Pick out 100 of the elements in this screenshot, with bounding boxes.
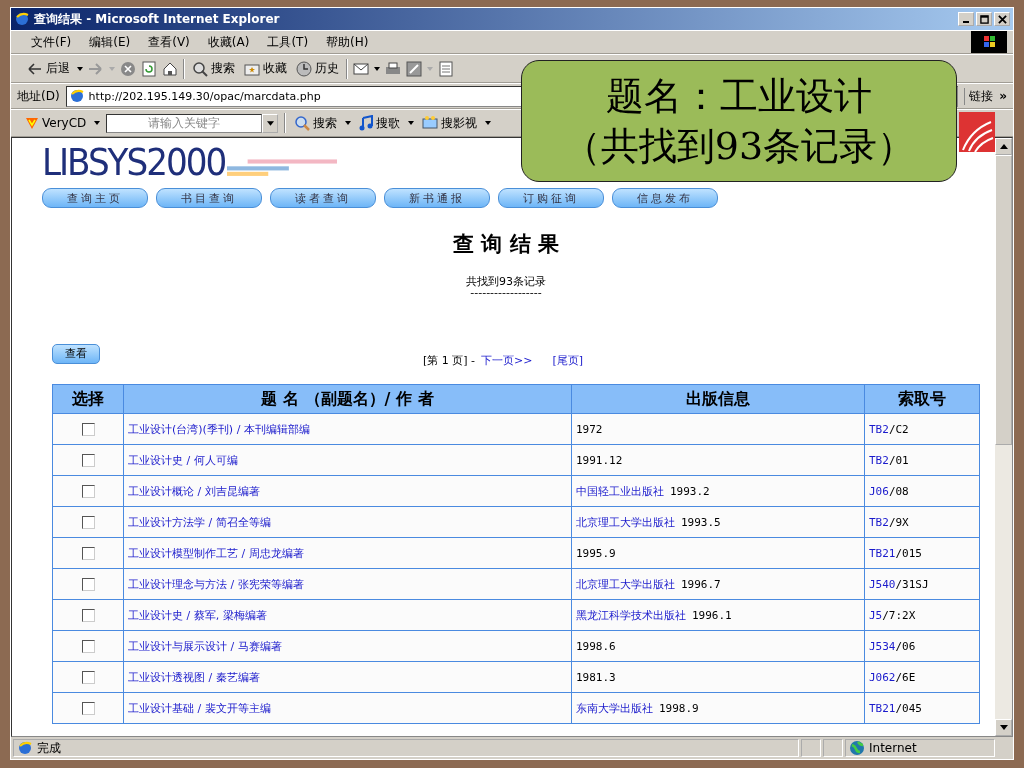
stop-icon[interactable] (120, 60, 136, 77)
maximize-button[interactable] (976, 12, 992, 26)
checkbox[interactable] (81, 701, 95, 715)
status-panel (801, 739, 821, 757)
nav-tab[interactable]: 书目查询 (156, 188, 262, 208)
publisher-link[interactable]: 北京理工大学出版社 (576, 515, 675, 529)
title-link[interactable]: 工业设计模型制作工艺 / 周忠龙编著 (128, 546, 304, 560)
links-label[interactable]: 链接 (964, 87, 994, 105)
publisher-link[interactable]: 东南大学出版社 (576, 701, 653, 715)
title-link[interactable]: 工业设计透视图 / 秦艺编著 (128, 670, 260, 684)
music-note-icon (359, 115, 374, 131)
nav-tab[interactable]: 读者查询 (270, 188, 376, 208)
caret-icon[interactable] (77, 66, 83, 71)
checkbox[interactable] (81, 639, 95, 653)
search-button[interactable]: 搜索 (292, 114, 340, 132)
checkbox[interactable] (81, 484, 95, 498)
class-link[interactable]: TB21 (869, 701, 896, 715)
search-button[interactable]: 搜索 (190, 60, 237, 77)
class-link[interactable]: TB21 (869, 546, 896, 560)
printer-icon[interactable] (385, 60, 401, 77)
dropdown-button[interactable] (262, 113, 279, 133)
favorites-button[interactable]: 收藏 (242, 60, 289, 77)
more-chevron[interactable]: » (999, 89, 1007, 103)
class-link[interactable]: TB2 (869, 422, 889, 436)
checkbox[interactable] (81, 670, 95, 684)
class-link[interactable]: TB2 (869, 453, 889, 467)
checkbox[interactable] (81, 453, 95, 467)
dashed-rule-text: ------------------ (470, 289, 542, 297)
year-text: 1996.1 (692, 608, 732, 622)
mail-icon[interactable] (353, 60, 369, 77)
close-button[interactable] (994, 12, 1010, 26)
vertical-scrollbar[interactable] (995, 138, 1012, 736)
document-icon[interactable] (438, 60, 454, 77)
title-link[interactable]: 工业设计概论 / 刘吉昆编著 (128, 484, 260, 498)
status-text: 完成 (37, 739, 61, 757)
year-text: 1991.12 (576, 453, 623, 467)
status-panel (823, 739, 843, 757)
class-link[interactable]: J5 (869, 608, 883, 622)
caret-icon[interactable] (345, 121, 352, 125)
refresh-icon[interactable] (141, 60, 157, 77)
column-header: 题 名 （副题名）/ 作 者 (123, 384, 572, 414)
class-link[interactable]: J062 (869, 670, 896, 684)
title-link[interactable]: 工业设计基础 / 裴文开等主编 (128, 701, 271, 715)
verycd-button[interactable]: VeryCD (23, 116, 89, 130)
edit-icon[interactable] (406, 60, 422, 77)
video-search-button[interactable]: 搜影视 (420, 114, 480, 132)
title-link[interactable]: 工业设计方法学 / 简召全等编 (128, 515, 271, 529)
publisher-link[interactable]: 黑龙江科学技术出版社 (576, 608, 686, 622)
nav-tab[interactable]: 信息发布 (612, 188, 718, 208)
checkbox[interactable] (81, 422, 95, 436)
globe-icon (849, 740, 865, 756)
checkbox[interactable] (81, 515, 95, 529)
last-page-link[interactable]: [尾页] (552, 353, 584, 368)
class-link[interactable]: J540 (869, 577, 896, 591)
menu-item[interactable]: 工具(T) (267, 33, 309, 51)
call-number-text: /9X (888, 515, 909, 529)
stripes-logo-icon[interactable] (959, 112, 995, 152)
publisher-link[interactable]: 中国轻工业出版社 (576, 484, 664, 498)
minimize-button[interactable] (958, 12, 974, 26)
caret-icon[interactable] (94, 121, 101, 125)
result-count: 共找到93条记录 (465, 274, 547, 289)
home-icon[interactable] (162, 60, 178, 77)
keyword-field[interactable]: 请输入关键字 (106, 113, 263, 133)
scroll-up-button[interactable] (995, 138, 1012, 155)
checkbox[interactable] (81, 608, 95, 622)
view-button[interactable]: 查看 (52, 343, 100, 364)
checkbox[interactable] (81, 577, 95, 591)
class-link[interactable]: TB2 (869, 515, 889, 529)
year-text: 1996.7 (681, 577, 721, 591)
nav-tab[interactable]: 订购征询 (498, 188, 604, 208)
nav-tab[interactable]: 查询主页 (42, 188, 148, 208)
year-text: 1995.9 (576, 546, 616, 560)
next-page-link[interactable]: 下一页>> (481, 353, 533, 368)
menu-item[interactable]: 查看(V) (148, 33, 190, 51)
checkbox[interactable] (81, 546, 95, 560)
menu-item[interactable]: 收藏(A) (207, 33, 250, 51)
music-search-button[interactable]: 搜歌 (357, 114, 403, 132)
history-button[interactable]: 历史 (294, 60, 341, 77)
scroll-down-button[interactable] (995, 719, 1012, 736)
search-icon (192, 60, 208, 77)
title-link[interactable]: 工业设计(台湾)(季刊) / 本刊编辑部编 (128, 422, 310, 436)
title-link[interactable]: 工业设计与展示设计 / 马赛编著 (128, 639, 282, 653)
publisher-link[interactable]: 北京理工大学出版社 (576, 577, 675, 591)
menu-item[interactable]: 文件(F) (31, 33, 72, 51)
menu-item[interactable]: 编辑(E) (89, 33, 131, 51)
libsys-logo: LIBSYS2000 (42, 142, 226, 182)
caret-icon (266, 120, 274, 126)
class-link[interactable]: J534 (869, 639, 896, 653)
class-link[interactable]: J06 (869, 484, 889, 498)
caret-icon[interactable] (408, 121, 415, 125)
caret-icon[interactable] (374, 66, 380, 71)
menu-item[interactable]: 帮助(H) (326, 33, 369, 51)
year-text: 1981.3 (576, 670, 616, 684)
back-button[interactable]: 后退 (25, 60, 72, 77)
scroll-thumb[interactable] (995, 155, 1012, 445)
caret-icon[interactable] (485, 121, 492, 125)
nav-tab[interactable]: 新书通报 (384, 188, 490, 208)
title-link[interactable]: 工业设计史 / 蔡军, 梁梅编著 (128, 608, 267, 622)
title-link[interactable]: 工业设计史 / 何人可编 (128, 453, 238, 467)
title-link[interactable]: 工业设计理念与方法 / 张宪荣等编著 (128, 577, 304, 591)
